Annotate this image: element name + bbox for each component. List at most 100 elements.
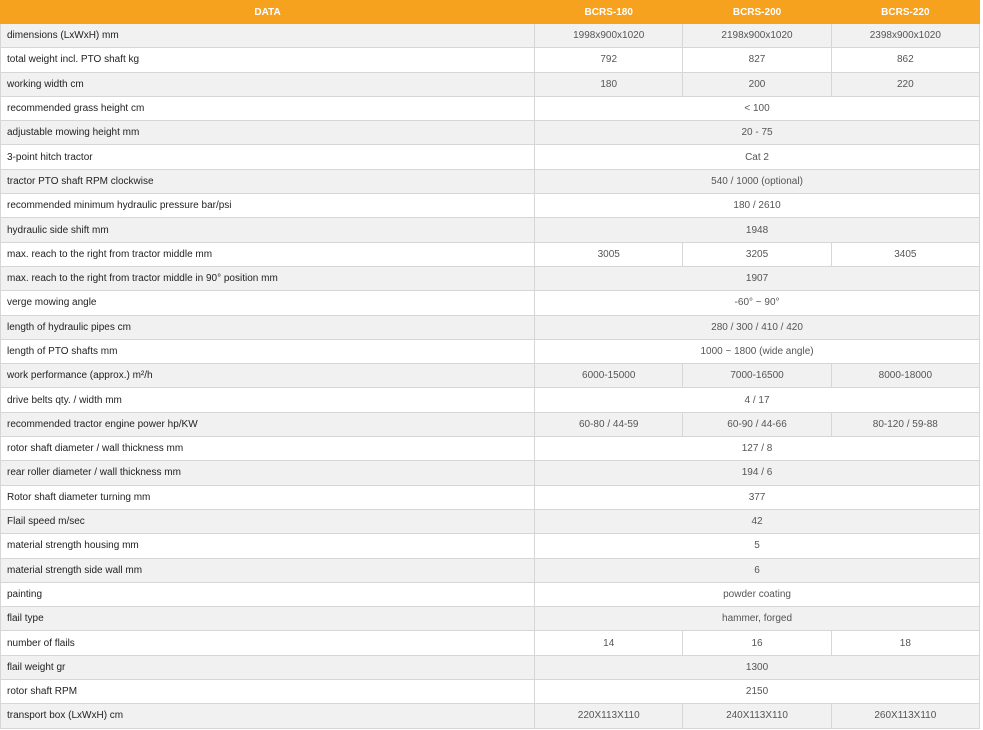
spec-value-model-2: 827 <box>682 47 832 73</box>
spec-value-model-1: 60-80 / 44-59 <box>534 411 684 438</box>
spec-value-model-1: 14 <box>534 630 684 656</box>
table-row: painting powder coating <box>0 581 980 608</box>
spec-value-model-2: 2198x900x1020 <box>682 22 832 49</box>
table-row: rear roller diameter / wall thickness mm… <box>0 460 980 486</box>
spec-value-model-2: 3205 <box>682 241 832 267</box>
spec-label: flail type <box>0 606 536 632</box>
table-row: number of flails 14 16 18 <box>0 630 981 656</box>
spec-label: Rotor shaft diameter turning mm <box>0 484 536 510</box>
table-row: length of hydraulic pipes cm 280 / 300 / … <box>0 314 980 340</box>
table-row: Flail speed m/sec 42 <box>0 508 980 535</box>
spec-label: recommended tractor engine power hp/KW <box>0 411 536 438</box>
spec-label: recommended minimum hydraulic pressure b… <box>0 193 536 219</box>
spec-label: material strength housing mm <box>0 533 536 559</box>
spec-label: length of hydraulic pipes cm <box>0 314 536 340</box>
header-row: DATA BCRS-180 BCRS-200 BCRS-220 <box>0 0 981 24</box>
spec-value-model-1: 1998x900x1020 <box>534 22 684 49</box>
header-model-3: BCRS-220 <box>830 0 981 24</box>
spec-value-shared: 1300 <box>534 654 980 681</box>
spec-label: max. reach to the right from tractor mid… <box>0 241 536 267</box>
table-row: work performance (approx.) m²/h 6000-1500… <box>0 363 981 389</box>
spec-value-shared: 5 <box>534 533 980 559</box>
header-model-1: BCRS-180 <box>534 0 684 24</box>
spec-value-shared: 377 <box>534 484 980 510</box>
spec-value-shared: 280 / 300 / 410 / 420 <box>534 314 980 340</box>
table-row: drive belts qty. / width mm 4 / 17 <box>0 387 980 413</box>
table-body: dimensions (LxWxH) mm 1998x900x1020 2198x9… <box>0 22 981 729</box>
spec-value-model-2: 60-90 / 44-66 <box>682 411 832 438</box>
spec-value-shared: 20 - 75 <box>534 120 980 146</box>
spec-label: rear roller diameter / wall thickness mm <box>0 460 536 486</box>
spec-label: tractor PTO shaft RPM clockwise <box>0 168 536 195</box>
table-row: recommended minimum hydraulic pressure b… <box>0 193 980 219</box>
spec-label: 3-point hitch tractor <box>0 144 536 170</box>
spec-value-model-3: 862 <box>830 47 981 73</box>
spec-label: hydraulic side shift mm <box>0 217 536 243</box>
table-row: max. reach to the right from tractor mid… <box>0 241 981 267</box>
table-row: verge mowing angle -60° ~ 90° <box>0 290 980 316</box>
spec-value-model-3: 2398x900x1020 <box>830 22 981 49</box>
spec-value-model-1: 3005 <box>534 241 684 267</box>
spec-value-shared: 540 / 1000 (optional) <box>534 168 980 195</box>
spec-label: length of PTO shafts mm <box>0 338 536 365</box>
spec-value-model-3: 80-120 / 59-88 <box>830 411 981 438</box>
header-model-2: BCRS-200 <box>682 0 832 24</box>
spec-value-model-2: 16 <box>682 630 832 656</box>
spec-label: transport box (LxWxH) cm <box>0 703 536 729</box>
spec-label: Flail speed m/sec <box>0 508 536 535</box>
spec-value-shared: Cat 2 <box>534 144 980 170</box>
spec-value-model-1: 220X113X110 <box>534 703 684 729</box>
spec-label: working width cm <box>0 71 536 97</box>
spec-label: painting <box>0 581 536 608</box>
spec-value-model-2: 200 <box>682 71 832 97</box>
table-header: DATA BCRS-180 BCRS-200 BCRS-220 <box>0 0 981 24</box>
table-row: length of PTO shafts mm 1000 ~ 1800 (wide… <box>0 338 980 365</box>
spec-label: drive belts qty. / width mm <box>0 387 536 413</box>
table-row: material strength side wall mm 6 <box>0 557 980 583</box>
spec-value-shared: 194 / 6 <box>534 460 980 486</box>
spec-label: max. reach to the right from tractor mid… <box>0 265 536 292</box>
spec-value-shared: 127 / 8 <box>534 436 980 462</box>
table-row: recommended grass height cm < 100 <box>0 95 980 122</box>
spec-label: material strength side wall mm <box>0 557 536 583</box>
spec-value-model-3: 3405 <box>830 241 981 267</box>
spec-value-model-2: 7000-16500 <box>682 363 832 389</box>
spec-value-model-3: 220 <box>830 71 981 97</box>
spec-label: number of flails <box>0 630 536 656</box>
spec-label: flail weight gr <box>0 654 536 681</box>
spec-value-model-3: 18 <box>830 630 981 656</box>
spec-value-shared: 4 / 17 <box>534 387 980 413</box>
spec-value-model-1: 180 <box>534 71 684 97</box>
spec-value-shared: 180 / 2610 <box>534 193 980 219</box>
table-row: max. reach to the right from tractor mid… <box>0 265 980 292</box>
spec-value-shared: 1000 ~ 1800 (wide angle) <box>534 338 980 365</box>
spec-value-model-1: 6000-15000 <box>534 363 684 389</box>
spec-value-model-2: 240X113X110 <box>682 703 832 729</box>
spec-value-model-3: 8000-18000 <box>830 363 981 389</box>
table-row: adjustable mowing height mm 20 - 75 <box>0 120 980 146</box>
table-row: dimensions (LxWxH) mm 1998x900x1020 2198x9… <box>0 22 981 49</box>
spec-value-shared: < 100 <box>534 95 980 122</box>
spec-table: DATA BCRS-180 BCRS-200 BCRS-220 dimensio… <box>0 0 981 729</box>
spec-label: rotor shaft RPM <box>0 679 536 705</box>
table-row: transport box (LxWxH) cm 220X113X110 240X1… <box>0 703 981 729</box>
spec-value-shared: 1907 <box>534 265 980 292</box>
spec-label: rotor shaft diameter / wall thickness mm <box>0 436 536 462</box>
table-row: working width cm 180 200 220 <box>0 71 981 97</box>
table-row: tractor PTO shaft RPM clockwise 540 / 100… <box>0 168 980 195</box>
table-row: rotor shaft diameter / wall thickness mm… <box>0 436 980 462</box>
spec-value-shared: hammer, forged <box>534 606 980 632</box>
table-row: hydraulic side shift mm 1948 <box>0 217 980 243</box>
spec-value-model-3: 260X113X110 <box>830 703 981 729</box>
spec-value-shared: 42 <box>534 508 980 535</box>
table-row: rotor shaft RPM 2150 <box>0 679 980 705</box>
spec-label: adjustable mowing height mm <box>0 120 536 146</box>
table-row: Rotor shaft diameter turning mm 377 <box>0 484 980 510</box>
table-row: 3-point hitch tractor Cat 2 <box>0 144 980 170</box>
spec-value-shared: -60° ~ 90° <box>534 290 980 316</box>
table-row: flail type hammer, forged <box>0 606 980 632</box>
spec-value-model-1: 792 <box>534 47 684 73</box>
header-data: DATA <box>0 0 536 24</box>
table-row: recommended tractor engine power hp/KW 60… <box>0 411 981 438</box>
spec-label: recommended grass height cm <box>0 95 536 122</box>
